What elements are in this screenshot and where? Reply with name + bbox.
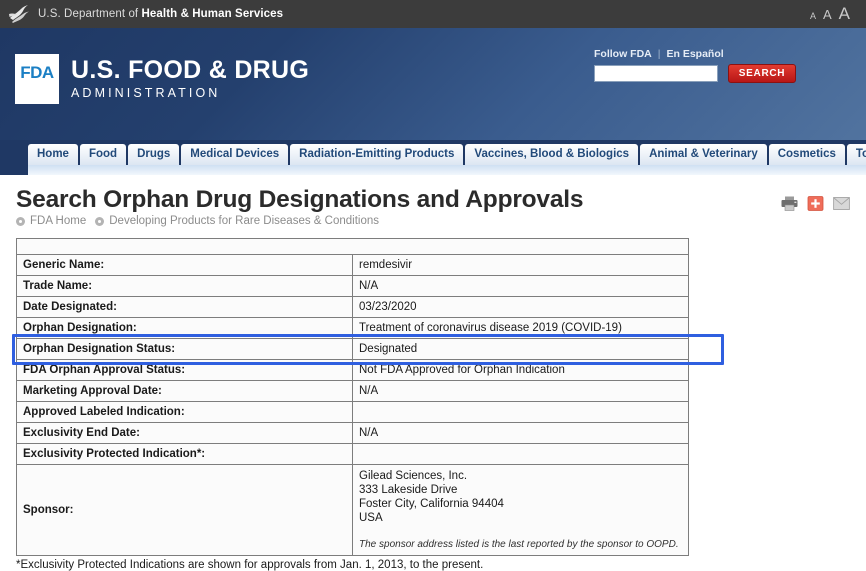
hhs-dept-prefix: U.S. Department of [38,8,142,20]
utility-links: Follow FDA | En Español [578,48,848,60]
table-row: Date Designated: 03/23/2020 [16,296,689,318]
font-size-large-button[interactable]: A [839,4,850,24]
page-tools [781,186,850,211]
table-row-sponsor: Sponsor: Gilead Sciences, Inc. 333 Lakes… [16,464,689,556]
masthead-utility-area: Follow FDA | En Español SEARCH [578,48,848,83]
row-value-exclusivity-protected-indication [352,443,689,465]
hhs-department-label: U.S. Department of Health & Human Servic… [38,8,283,20]
row-label-trade-name: Trade Name: [16,275,353,297]
primary-navigation: Home Food Drugs Medical Devices Radiatio… [0,140,866,165]
page-header-left: Search Orphan Drug Designations and Appr… [16,186,584,227]
breadcrumb-dot-icon [95,216,105,226]
table-row: Orphan Designation: Treatment of coronav… [16,317,689,339]
sponsor-line-street: 333 Lakeside Drive [359,484,458,496]
row-value-generic-name: remdesivir [352,254,689,276]
nav-tab-animal-veterinary[interactable]: Animal & Veterinary [640,144,767,165]
table-row-spacer [16,238,689,255]
row-value-date-designated: 03/23/2020 [352,296,689,318]
row-label-exclusivity-protected-indication: Exclusivity Protected Indication*: [16,443,353,465]
table-row: Approved Labeled Indication: [16,401,689,423]
nav-tab-drugs[interactable]: Drugs [128,144,180,165]
search-input[interactable] [594,65,718,82]
row-label-exclusivity-end-date: Exclusivity End Date: [16,422,353,444]
hhs-dept-name: Health & Human Services [141,8,284,20]
row-value-marketing-approval-date: N/A [352,380,689,402]
row-value-fda-orphan-approval-status: Not FDA Approved for Orphan Indication [352,359,689,381]
row-value-approved-labeled-indication [352,401,689,423]
subnav-gradient-strip [0,165,866,175]
sponsor-line-city-state-zip: Foster City, California 94404 [359,498,504,510]
utility-separator: | [657,48,661,60]
row-label-sponsor: Sponsor: [16,464,353,556]
nav-tab-vaccines-blood-biologics[interactable]: Vaccines, Blood & Biologics [465,144,639,165]
search-row: SEARCH [578,64,848,83]
row-label-orphan-designation: Orphan Designation: [16,317,353,339]
sponsor-line-company: Gilead Sciences, Inc. [359,470,468,482]
font-size-small-button[interactable]: A [810,11,816,21]
row-label-marketing-approval-date: Marketing Approval Date: [16,380,353,402]
table-row: FDA Orphan Approval Status: Not FDA Appr… [16,359,689,381]
fda-logo-icon: FDA [15,54,59,104]
fda-brand[interactable]: FDA U.S. FOOD & DRUG ADMINISTRATION [15,54,309,104]
page-content: Search Orphan Drug Designations and Appr… [0,175,866,571]
fda-logo-text: FDA [20,63,54,82]
row-label-date-designated: Date Designated: [16,296,353,318]
row-value-trade-name: N/A [352,275,689,297]
nav-tab-medical-devices[interactable]: Medical Devices [181,144,289,165]
row-value-orphan-designation-status: Designated [352,338,689,360]
row-value-sponsor: Gilead Sciences, Inc. 333 Lakeside Drive… [352,464,689,556]
fda-title-line2: ADMINISTRATION [71,86,221,100]
table-row-highlighted: Orphan Designation Status: Designated [16,338,689,360]
fda-brand-text: U.S. FOOD & DRUG ADMINISTRATION [71,57,309,101]
nav-tab-radiation-emitting-products[interactable]: Radiation-Emitting Products [290,144,464,165]
drug-detail-table-wrapper: Generic Name: remdesivir Trade Name: N/A… [11,238,850,556]
table-cell-spacer [16,238,689,255]
breadcrumb-item-developing-products[interactable]: Developing Products for Rare Diseases & … [109,215,379,227]
breadcrumb: FDA Home Developing Products for Rare Di… [16,215,583,227]
print-icon[interactable] [781,196,798,211]
row-value-orphan-designation: Treatment of coronavirus disease 2019 (C… [352,317,689,339]
email-icon[interactable] [833,196,850,211]
table-row: Trade Name: N/A [16,275,689,297]
hhs-top-banner: U.S. Department of Health & Human Servic… [0,0,866,28]
table-row: Marketing Approval Date: N/A [16,380,689,402]
table-row: Generic Name: remdesivir [16,254,689,276]
breadcrumb-dot-icon [16,216,25,226]
fda-title-line1: U.S. FOOD & DRUG [71,56,310,84]
table-row: Exclusivity Protected Indication*: [16,443,689,465]
nav-tab-tobacco-products[interactable]: Tobacco Products [846,144,866,165]
nav-tab-food[interactable]: Food [79,144,127,165]
nav-tab-cosmetics[interactable]: Cosmetics [768,144,845,165]
sponsor-line-country: USA [359,512,383,524]
row-label-orphan-designation-status: Orphan Designation Status: [16,338,353,360]
subnav-right-block [28,165,866,175]
row-label-fda-orphan-approval-status: FDA Orphan Approval Status: [16,359,353,381]
follow-fda-link[interactable]: Follow FDA [594,48,652,60]
sponsor-address-note: The sponsor address listed is the last r… [359,539,679,550]
search-button[interactable]: SEARCH [728,64,796,83]
nav-tab-home[interactable]: Home [28,144,78,165]
page-title: Search Orphan Drug Designations and Appr… [16,186,584,213]
font-size-controls: A A A [810,4,858,24]
subnav-left-block [0,165,28,175]
fda-masthead: FDA U.S. FOOD & DRUG ADMINISTRATION Foll… [0,28,866,140]
hhs-seal-icon [9,5,29,23]
exclusivity-footnote: *Exclusivity Protected Indications are s… [16,559,484,571]
row-label-generic-name: Generic Name: [16,254,353,276]
drug-detail-table: Generic Name: remdesivir Trade Name: N/A… [16,238,689,556]
breadcrumb-item-fda-home[interactable]: FDA Home [30,215,86,227]
page-header: Search Orphan Drug Designations and Appr… [16,175,850,227]
table-row: Exclusivity End Date: N/A [16,422,689,444]
font-size-medium-button[interactable]: A [823,7,832,22]
en-espanol-link[interactable]: En Español [666,48,723,60]
row-value-exclusivity-end-date: N/A [352,422,689,444]
row-label-approved-labeled-indication: Approved Labeled Indication: [16,401,353,423]
share-plus-icon[interactable] [807,196,824,211]
